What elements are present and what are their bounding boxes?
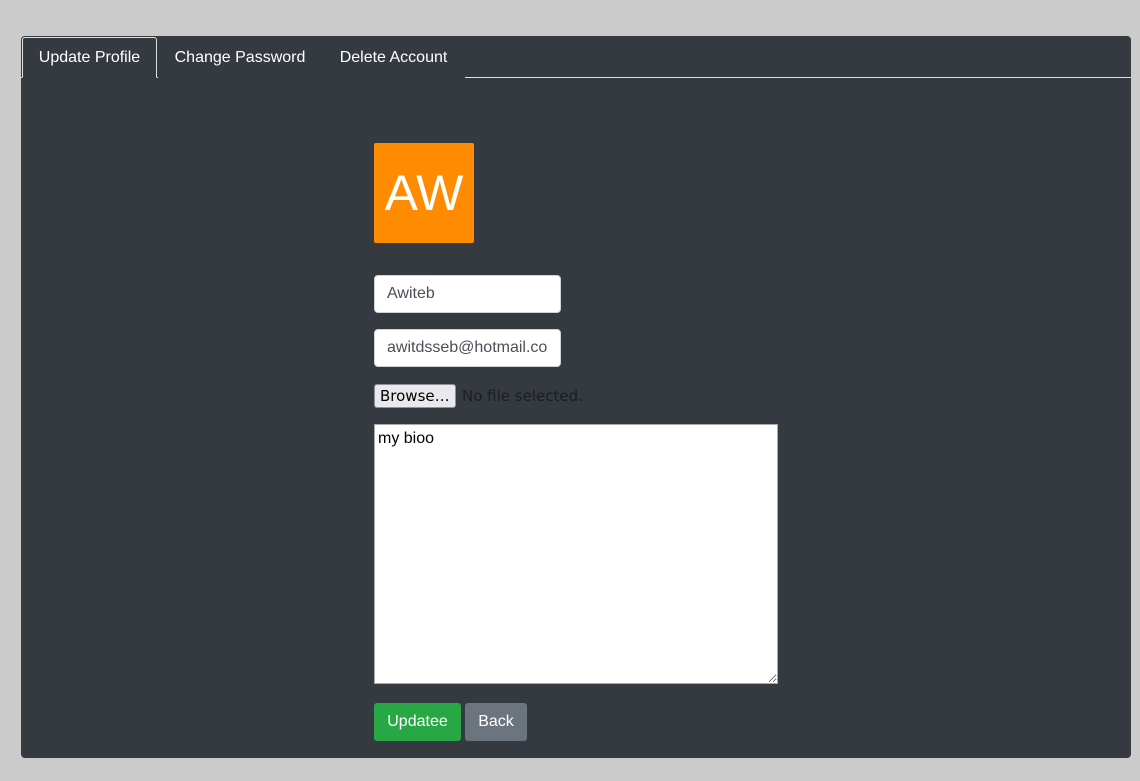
file-status-text: No file selected. — [462, 387, 583, 405]
tab-change-password[interactable]: Change Password — [158, 37, 322, 78]
email-input[interactable] — [374, 329, 561, 367]
tab-delete-account[interactable]: Delete Account — [322, 37, 465, 78]
profile-panel: Update Profile Change Password Delete Ac… — [21, 36, 1131, 758]
bio-textarea[interactable]: my bioo — [374, 424, 778, 684]
tab-bar: Update Profile Change Password Delete Ac… — [21, 36, 1131, 78]
name-input[interactable] — [374, 275, 561, 313]
tab-update-profile[interactable]: Update Profile — [22, 37, 157, 78]
browse-button[interactable]: Browse… — [374, 384, 456, 408]
avatar: AW — [374, 143, 474, 243]
update-button[interactable]: Updatee — [374, 703, 461, 741]
back-button[interactable]: Back — [465, 703, 527, 741]
